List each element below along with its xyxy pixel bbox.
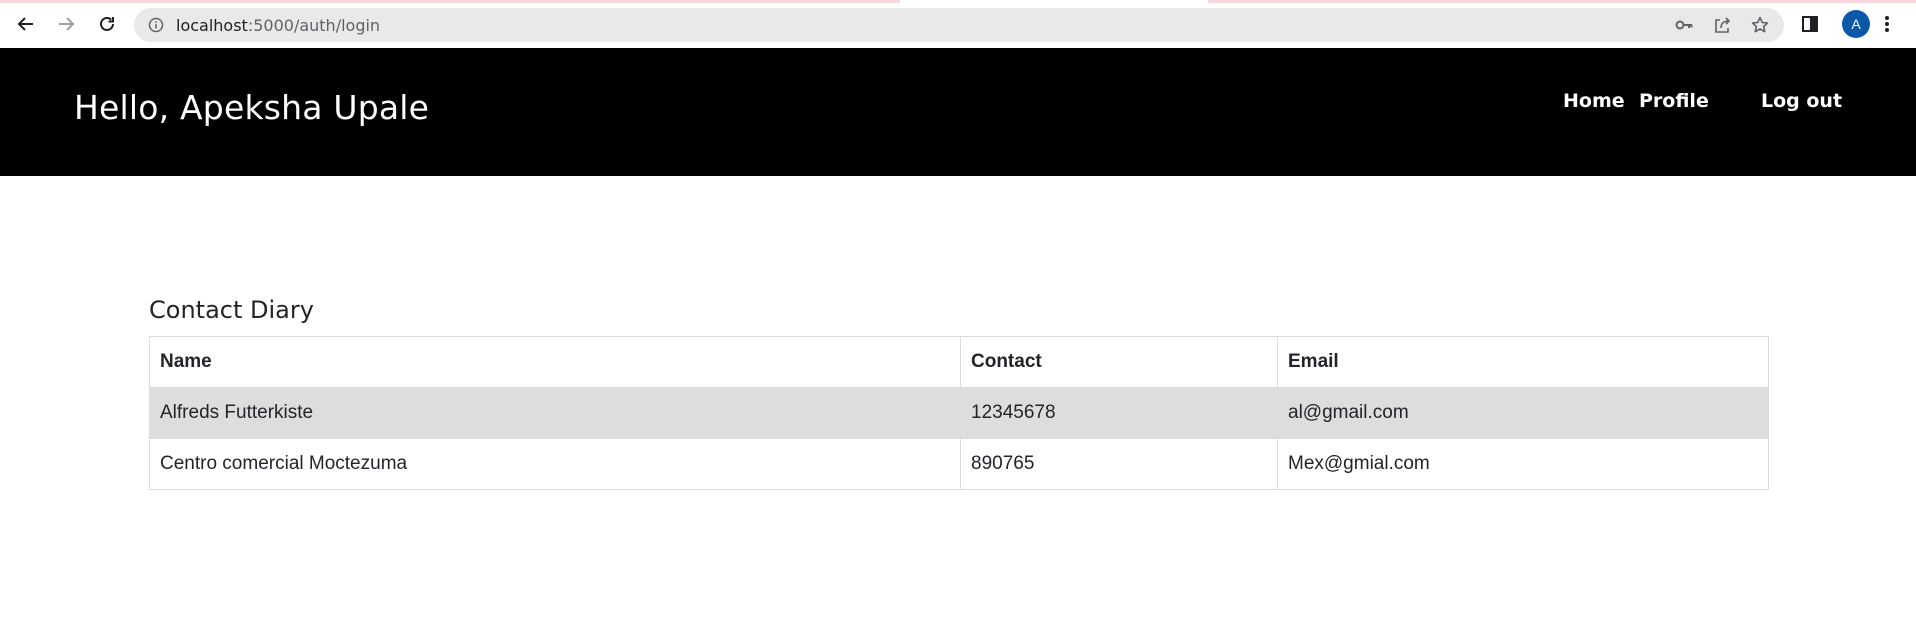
column-header-contact: Contact: [960, 336, 1278, 388]
tab-strip: [0, 0, 1916, 3]
address-bar[interactable]: localhost:5000/auth/login: [134, 8, 1784, 42]
nav-home-link[interactable]: Home: [1563, 90, 1625, 112]
contact-diary-title: Contact Diary: [149, 296, 314, 324]
forward-arrow-icon: [59, 17, 75, 31]
side-panel-icon[interactable]: [1800, 14, 1820, 34]
kebab-menu-icon[interactable]: [1884, 14, 1890, 34]
contacts-table: Name Contact Email Alfreds Futterkiste 1…: [149, 336, 1769, 490]
cell-contact: 890765: [960, 438, 1278, 490]
cell-email: Mex@gmial.com: [1277, 438, 1769, 490]
forward-button[interactable]: [53, 11, 79, 37]
profile-avatar[interactable]: A: [1842, 10, 1870, 38]
url-text[interactable]: localhost:5000/auth/login: [176, 16, 380, 35]
site-header: Hello, Apeksha Upale Home Profile Log ou…: [0, 48, 1916, 176]
column-header-email: Email: [1277, 336, 1769, 388]
nav-profile-link[interactable]: Profile: [1639, 90, 1709, 112]
site-info-icon[interactable]: [148, 17, 164, 33]
back-arrow-icon: [17, 17, 33, 31]
reload-button[interactable]: [94, 11, 120, 37]
url-path: :5000/auth/login: [247, 15, 381, 35]
table-row: Centro comercial Moctezuma 890765 Mex@gm…: [149, 438, 1769, 490]
nav-logout-link[interactable]: Log out: [1761, 90, 1842, 112]
column-header-name: Name: [149, 336, 961, 388]
greeting-heading: Hello, Apeksha Upale: [74, 88, 430, 127]
browser-right-actions: A: [1800, 10, 1890, 38]
cell-name: Alfreds Futterkiste: [149, 387, 961, 439]
table-row: Alfreds Futterkiste 12345678 al@gmail.co…: [149, 387, 1769, 439]
back-button[interactable]: [13, 11, 39, 37]
browser-toolbar: localhost:5000/auth/login A: [0, 0, 1916, 48]
key-icon[interactable]: [1674, 15, 1694, 35]
reload-icon: [100, 17, 114, 31]
tab-strip-highlight: [1208, 0, 1916, 3]
star-icon[interactable]: [1750, 15, 1770, 35]
cell-contact: 12345678: [960, 387, 1278, 439]
cell-email: al@gmail.com: [1277, 387, 1769, 439]
url-host: localhost: [176, 15, 248, 35]
address-bar-actions: [1674, 8, 1770, 42]
share-icon[interactable]: [1712, 15, 1732, 35]
cell-name: Centro comercial Moctezuma: [149, 438, 961, 490]
table-header-row: Name Contact Email: [149, 336, 1769, 388]
tab-strip-highlight: [0, 0, 900, 3]
